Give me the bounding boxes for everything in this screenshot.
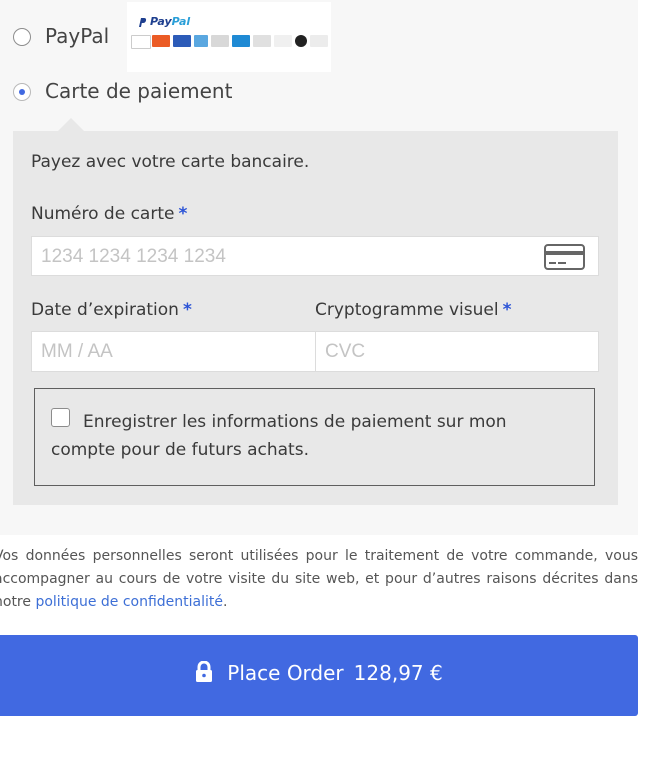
cvc-label: Cryptogramme visuel * xyxy=(315,300,512,320)
paypal-label[interactable]: PayPal xyxy=(45,24,109,48)
card-number-placeholder: 1234 1234 1234 1234 xyxy=(41,246,226,267)
expiry-placeholder: MM / AA xyxy=(41,341,113,362)
card-label[interactable]: Carte de paiement xyxy=(45,79,232,103)
paypal-wordmark: PayPal xyxy=(150,15,191,28)
paypal-radio[interactable] xyxy=(13,28,31,46)
privacy-notice: Vos données personnelles seront utilisée… xyxy=(0,548,638,610)
card-box-pointer xyxy=(58,118,84,131)
save-payment-info-box: Enregistrer les informations de paiement… xyxy=(34,388,595,486)
place-order-label: Place Order xyxy=(227,661,344,685)
card-number-label: Numéro de carte * xyxy=(31,204,188,224)
expiry-label: Date d’expiration * xyxy=(31,300,192,320)
paypal-acceptance-logo: PayPal xyxy=(127,2,331,72)
credit-card-icon xyxy=(544,244,585,270)
card-description: Payez avec votre carte bancaire. xyxy=(31,152,310,172)
lock-icon xyxy=(196,660,213,682)
cvc-placeholder: CVC xyxy=(325,341,366,362)
paypal-p-icon xyxy=(139,18,147,27)
card-radio[interactable] xyxy=(13,83,31,101)
place-order-button[interactable]: Place Order 128,97 € xyxy=(0,635,638,716)
order-total: 128,97 € xyxy=(353,661,443,685)
save-payment-info-label[interactable]: Enregistrer les informations de paiement… xyxy=(51,408,571,464)
card-number-input[interactable]: 1234 1234 1234 1234 xyxy=(31,236,599,276)
payment-methods-panel: PayPal PayPal Carte de paiement Payez av… xyxy=(0,0,638,535)
required-mark: * xyxy=(182,300,192,320)
required-mark: * xyxy=(502,300,512,320)
required-mark: * xyxy=(178,204,188,224)
cvc-input[interactable]: CVC xyxy=(315,331,599,372)
privacy-policy-link[interactable]: politique de confidentialité xyxy=(35,594,223,610)
expiry-input[interactable]: MM / AA xyxy=(31,331,316,372)
